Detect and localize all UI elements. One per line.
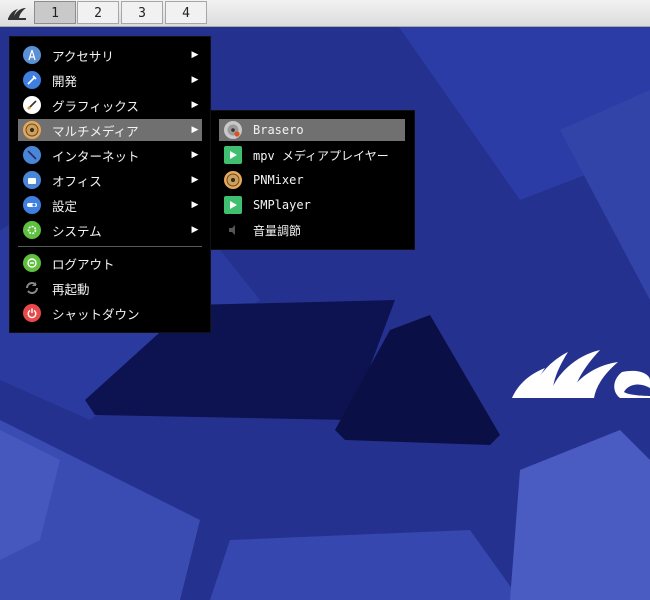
submenu-arrow-icon: ▶ bbox=[191, 100, 199, 110]
menu-item-label: グラフィックス bbox=[52, 98, 139, 114]
mpv-icon bbox=[224, 146, 242, 164]
system-icon bbox=[23, 221, 41, 239]
submenu-item-pnmixer[interactable]: PNMixer bbox=[219, 169, 405, 191]
submenu-item-mpv[interactable]: mpv メディアプレイヤー bbox=[219, 144, 405, 166]
menu-item-shutdown[interactable]: シャットダウン bbox=[18, 302, 202, 324]
submenu-arrow-icon: ▶ bbox=[191, 125, 199, 135]
submenu-arrow-icon: ▶ bbox=[191, 150, 199, 160]
top-panel: 1 2 3 4 bbox=[0, 0, 650, 27]
multimedia-submenu: Brasero mpv メディアプレイヤー PNMixer SMPlayer 音… bbox=[211, 111, 414, 249]
shutdown-icon bbox=[23, 304, 41, 322]
menu-item-settings[interactable]: 設定 ▶ bbox=[18, 194, 202, 216]
submenu-item-label: Brasero bbox=[253, 123, 304, 137]
smplayer-icon bbox=[224, 196, 242, 214]
volume-control-icon bbox=[224, 221, 242, 239]
menu-item-accessories[interactable]: アクセサリ ▶ bbox=[18, 44, 202, 66]
submenu-item-volume-control[interactable]: 音量調節 bbox=[219, 219, 405, 241]
menu-item-label: マルチメディア bbox=[52, 123, 139, 139]
menu-item-label: オフィス bbox=[52, 173, 102, 189]
graphics-icon bbox=[23, 96, 41, 114]
reboot-icon bbox=[23, 279, 41, 297]
menu-item-multimedia[interactable]: マルチメディア ▶ bbox=[18, 119, 202, 141]
submenu-item-smplayer[interactable]: SMPlayer bbox=[219, 194, 405, 216]
menu-item-graphics[interactable]: グラフィックス ▶ bbox=[18, 94, 202, 116]
submenu-item-label: SMPlayer bbox=[253, 198, 311, 212]
submenu-arrow-icon: ▶ bbox=[191, 200, 199, 210]
menu-item-label: シャットダウン bbox=[52, 306, 140, 322]
menu-logo-icon[interactable] bbox=[4, 3, 30, 23]
menu-item-reboot[interactable]: 再起動 bbox=[18, 277, 202, 299]
submenu-arrow-icon: ▶ bbox=[191, 175, 199, 185]
submenu-item-label: mpv メディアプレイヤー bbox=[253, 148, 389, 163]
menu-item-development[interactable]: 開発 ▶ bbox=[18, 69, 202, 91]
menu-item-logout[interactable]: ログアウト bbox=[18, 252, 202, 274]
settings-icon bbox=[23, 196, 41, 214]
menu-item-system[interactable]: システム ▶ bbox=[18, 219, 202, 241]
submenu-arrow-icon: ▶ bbox=[191, 225, 199, 235]
workspace-2-button[interactable]: 2 bbox=[77, 1, 119, 24]
menu-item-label: システム bbox=[52, 223, 102, 239]
submenu-item-label: 音量調節 bbox=[253, 223, 302, 238]
menu-item-label: インターネット bbox=[52, 148, 140, 164]
office-icon bbox=[23, 171, 41, 189]
workspace-4-button[interactable]: 4 bbox=[165, 1, 207, 24]
workspace-1-button[interactable]: 1 bbox=[34, 1, 76, 24]
menu-separator bbox=[18, 246, 202, 247]
menu-item-label: 開発 bbox=[52, 73, 78, 89]
menu-item-label: 設定 bbox=[52, 198, 78, 214]
menu-item-label: アクセサリ bbox=[52, 48, 114, 64]
pnmixer-icon bbox=[224, 171, 242, 189]
submenu-item-label: PNMixer bbox=[253, 173, 304, 187]
development-icon bbox=[23, 71, 41, 89]
brasero-icon bbox=[224, 121, 242, 139]
accessories-icon bbox=[23, 46, 41, 64]
menu-item-office[interactable]: オフィス ▶ bbox=[18, 169, 202, 191]
application-menu: アクセサリ ▶ 開発 ▶ グラフィックス ▶ マルチメディア ▶ インターネット… bbox=[10, 37, 210, 332]
multimedia-icon bbox=[23, 121, 41, 139]
workspace-3-button[interactable]: 3 bbox=[121, 1, 163, 24]
internet-icon bbox=[23, 146, 41, 164]
submenu-arrow-icon: ▶ bbox=[191, 75, 199, 85]
menu-item-label: ログアウト bbox=[52, 256, 115, 272]
submenu-item-brasero[interactable]: Brasero bbox=[219, 119, 405, 141]
submenu-arrow-icon: ▶ bbox=[191, 50, 199, 60]
menu-item-label: 再起動 bbox=[52, 281, 90, 297]
logout-icon bbox=[23, 254, 41, 272]
menu-item-internet[interactable]: インターネット ▶ bbox=[18, 144, 202, 166]
